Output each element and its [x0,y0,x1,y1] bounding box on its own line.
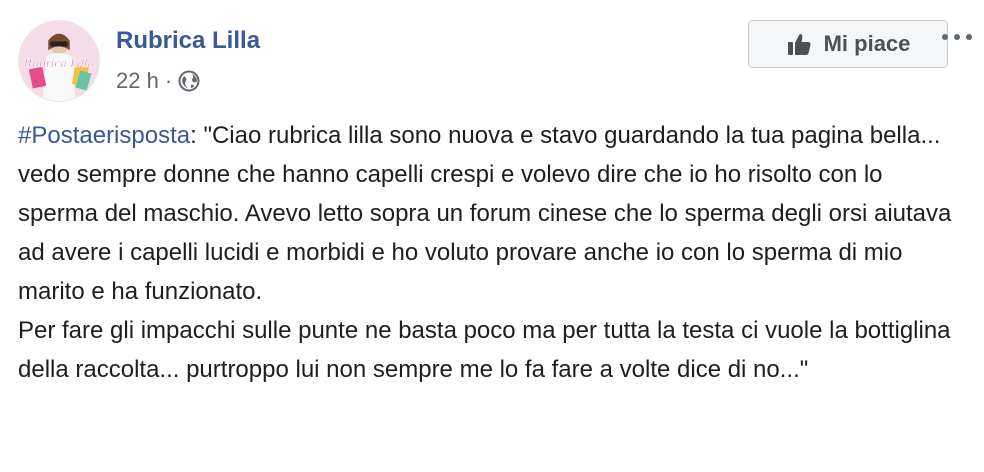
page-avatar[interactable]: Rubrica Lilla [18,20,100,102]
avatar-image: Rubrica Lilla [19,21,99,101]
page-name-link[interactable]: Rubrica Lilla [116,26,260,56]
like-page-button[interactable]: Mi piace [748,20,948,68]
avatar-logo-text: Rubrica Lilla [23,57,94,70]
post-header: Rubrica Lilla Rubrica Lilla 22 h · Mi pi… [18,20,972,102]
globe-icon[interactable] [178,70,200,92]
post-timestamp[interactable]: 22 h [116,67,159,95]
thumbs-up-icon [786,31,812,57]
like-button-label: Mi piace [823,31,911,56]
post-message: #Postaerisposta: "Ciao rubrica lilla son… [18,116,968,389]
post-paragraph: #Postaerisposta: "Ciao rubrica lilla son… [18,116,968,311]
more-dot [942,34,948,40]
post-text: : "Ciao rubrica lilla sono nuova e stavo… [18,122,952,305]
hashtag-link[interactable]: #Postaerisposta [18,122,190,149]
post-meta: 22 h · [116,67,200,95]
post-paragraph: Per fare gli impacchi sulle punte ne bas… [18,317,951,383]
meta-separator: · [164,68,173,93]
ellipsis-icon[interactable] [933,22,981,52]
more-dot [954,34,960,40]
more-dot [966,34,972,40]
